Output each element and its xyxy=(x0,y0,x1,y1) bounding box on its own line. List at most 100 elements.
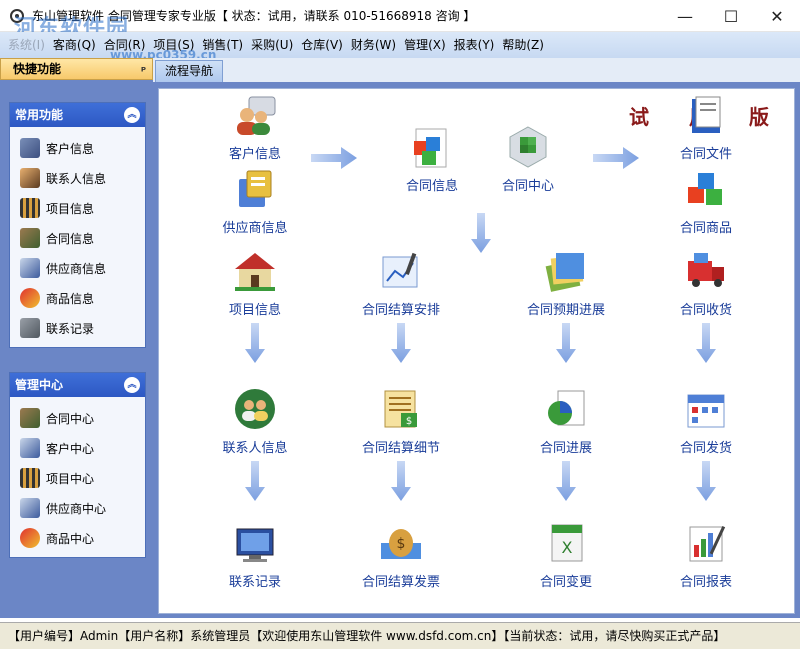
arrow-down-icon xyxy=(391,323,411,363)
sidebar-item-contact-record[interactable]: 联系记录 xyxy=(10,313,145,343)
node-settlement-invoice[interactable]: $ 合同结算发票 xyxy=(346,521,456,590)
contact-people-icon xyxy=(233,387,277,431)
node-label: 合同文件 xyxy=(679,147,732,162)
arrow-down-icon xyxy=(556,461,576,501)
node-contract-center[interactable]: 合同中心 xyxy=(473,125,583,194)
close-button[interactable]: ✕ xyxy=(754,0,800,32)
collapse-up-icon[interactable]: ︽ xyxy=(124,107,140,123)
group-management: 管理中心 ︽ 合同中心 客户中心 项目中心 供应商中心 商品中心 xyxy=(9,372,146,558)
node-label: 合同变更 xyxy=(539,575,592,590)
sidebar-item-contract-info[interactable]: 合同信息 xyxy=(10,223,145,253)
contract-center-icon xyxy=(506,125,550,169)
menu-purchase[interactable]: 采购(U) xyxy=(247,34,297,56)
node-customer-info[interactable]: 客户信息 xyxy=(200,93,310,162)
pin-icon[interactable]: ᴾ xyxy=(141,62,146,82)
contract-icon xyxy=(20,228,40,248)
group-common: 常用功能 ︽ 客户信息 联系人信息 项目信息 合同信息 供应商信息 商品信息 联… xyxy=(9,102,146,348)
flow-canvas: 试 用 版 客户信息 xyxy=(158,88,795,614)
truck-icon xyxy=(684,249,728,293)
group-management-header[interactable]: 管理中心 ︽ xyxy=(10,373,145,397)
menu-help[interactable]: 帮助(Z) xyxy=(498,34,548,56)
contract-center-icon xyxy=(20,408,40,428)
building-icon xyxy=(20,198,40,218)
sidebar-item-label: 联系记录 xyxy=(46,321,95,336)
menu-contracts[interactable]: 合同(R) xyxy=(100,34,150,56)
menu-customers[interactable]: 客商(Q) xyxy=(49,34,100,56)
arrow-down-icon xyxy=(556,323,576,363)
content-area: 试 用 版 客户信息 xyxy=(153,82,800,618)
tab-strip: 流程导航 xyxy=(153,58,800,82)
menu-manage[interactable]: 管理(X) xyxy=(400,34,450,56)
node-receiving[interactable]: 合同收货 xyxy=(651,249,761,318)
sidebar-item-goods-center[interactable]: 商品中心 xyxy=(10,523,145,553)
node-project-info[interactable]: 项目信息 xyxy=(200,249,310,318)
node-contract-docs[interactable]: 合同文件 xyxy=(651,93,761,162)
node-label: 合同结算细节 xyxy=(361,441,440,456)
window-controls: — ☐ ✕ xyxy=(662,0,800,32)
node-settlement-detail[interactable]: $ 合同结算细节 xyxy=(346,387,456,456)
node-progress[interactable]: 合同进展 xyxy=(511,387,621,456)
group-common-header[interactable]: 常用功能 ︽ xyxy=(10,103,145,127)
node-settlement-plan[interactable]: 合同结算安排 xyxy=(346,249,456,318)
node-label: 合同预期进展 xyxy=(526,303,605,318)
sidebar-item-label: 供应商中心 xyxy=(46,501,107,516)
node-label: 合同进展 xyxy=(539,441,592,456)
menu-warehouse[interactable]: 仓库(V) xyxy=(297,34,347,56)
menu-bar: 系统(I) 客商(Q) 合同(R) 项目(S) 销售(T) 采购(U) 仓库(V… xyxy=(0,32,800,58)
arrow-right-icon xyxy=(311,147,357,169)
supplier-center-icon xyxy=(20,498,40,518)
node-contract-info[interactable]: 合同信息 xyxy=(377,125,487,194)
supplier-icon xyxy=(233,167,277,211)
node-contract-goods[interactable]: 合同商品 xyxy=(651,167,761,236)
node-label: 客户信息 xyxy=(228,147,281,162)
minimize-button[interactable]: — xyxy=(662,0,708,32)
sidebar-item-contact-info[interactable]: 联系人信息 xyxy=(10,163,145,193)
sidebar-item-project-center[interactable]: 项目中心 xyxy=(10,463,145,493)
collapse-up-icon[interactable]: ︽ xyxy=(124,377,140,393)
svg-text:$: $ xyxy=(397,536,406,552)
sidebar-item-label: 商品中心 xyxy=(46,531,95,546)
group-management-title: 管理中心 xyxy=(15,378,64,392)
menu-system[interactable]: 系统(I) xyxy=(4,34,49,56)
sidebar-item-label: 联系人信息 xyxy=(46,171,107,186)
contract-cubes-icon xyxy=(410,125,454,169)
menu-projects[interactable]: 项目(S) xyxy=(149,34,198,56)
sidebar-item-label: 客户中心 xyxy=(46,441,95,456)
record-icon xyxy=(20,318,40,338)
svg-text:$: $ xyxy=(406,416,412,427)
contact-icon xyxy=(20,168,40,188)
excel-doc-icon: X xyxy=(544,521,588,565)
left-panel: 快捷功能 ᴾ 常用功能 ︽ 客户信息 联系人信息 项目信息 合同信息 供应商信息… xyxy=(0,58,153,618)
node-shipping[interactable]: 合同发货 xyxy=(651,387,761,456)
sidebar-item-contract-center[interactable]: 合同中心 xyxy=(10,403,145,433)
tab-flow-navigation[interactable]: 流程导航 xyxy=(155,60,223,82)
sidebar-item-customer-center[interactable]: 客户中心 xyxy=(10,433,145,463)
goods-cubes-icon xyxy=(684,167,728,211)
arrow-down-icon xyxy=(245,323,265,363)
maximize-button[interactable]: ☐ xyxy=(708,0,754,32)
node-report[interactable]: 合同报表 xyxy=(651,521,761,590)
node-contact-info[interactable]: 联系人信息 xyxy=(200,387,310,456)
node-label: 供应商信息 xyxy=(222,221,288,236)
menu-reports[interactable]: 报表(Y) xyxy=(450,34,499,56)
node-contact-record[interactable]: 联系记录 xyxy=(200,521,310,590)
house-icon xyxy=(233,249,277,293)
node-progress-plan[interactable]: 合同预期进展 xyxy=(511,249,621,318)
node-supplier-info[interactable]: 供应商信息 xyxy=(200,167,310,236)
goods-center-icon xyxy=(20,528,40,548)
title-bar: 东山管理软件 合同管理专家专业版【 状态：试用，请联系 010-51668918… xyxy=(0,0,800,32)
sidebar-item-supplier-info[interactable]: 供应商信息 xyxy=(10,253,145,283)
contract-docs-icon xyxy=(684,93,728,137)
svg-text:X: X xyxy=(562,538,573,557)
sidebar-item-project-info[interactable]: 项目信息 xyxy=(10,193,145,223)
node-change[interactable]: X 合同变更 xyxy=(511,521,621,590)
ledger-icon: $ xyxy=(379,387,423,431)
menu-finance[interactable]: 财务(W) xyxy=(347,34,400,56)
arrow-down-icon xyxy=(245,461,265,501)
sidebar-item-customer-info[interactable]: 客户信息 xyxy=(10,133,145,163)
sidebar-item-supplier-center[interactable]: 供应商中心 xyxy=(10,493,145,523)
sidebar-item-goods-info[interactable]: 商品信息 xyxy=(10,283,145,313)
building-icon xyxy=(20,468,40,488)
customer-icon xyxy=(20,138,40,158)
menu-sales[interactable]: 销售(T) xyxy=(198,34,247,56)
